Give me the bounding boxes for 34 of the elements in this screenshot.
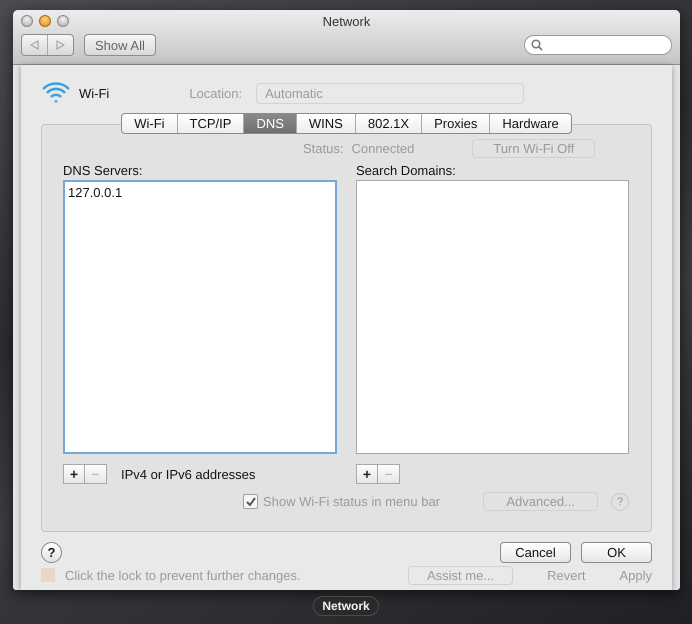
search-domains-label: Search Domains: [356, 163, 457, 180]
right-triangle-icon [56, 40, 65, 50]
show-all-button[interactable]: Show All [84, 34, 156, 56]
search-field[interactable] [524, 35, 672, 55]
left-triangle-icon [30, 40, 39, 50]
status-label: Status: [303, 140, 344, 156]
checkbox[interactable] [243, 494, 258, 509]
dns-hint: IPv4 or IPv6 addresses [121, 466, 256, 482]
search-icon [531, 39, 543, 51]
settings-tab[interactable]: Proxies [421, 114, 490, 133]
minimize-button[interactable] [39, 15, 51, 27]
settings-tab[interactable]: Hardware [489, 114, 571, 133]
help-button[interactable]: ? [41, 542, 62, 563]
wifi-icon [41, 80, 71, 106]
settings-tab[interactable]: DNS [243, 114, 296, 133]
settings-tab[interactable]: WINS [296, 114, 355, 133]
ok-button[interactable]: OK [581, 542, 652, 563]
lock-text: Click the lock to prevent further changes. [65, 568, 301, 582]
window-title: Network [322, 14, 370, 29]
settings-tab[interactable]: 802.1X [354, 114, 422, 133]
zoom-button[interactable] [57, 15, 69, 27]
add-button[interactable]: + [63, 464, 85, 484]
dns-servers-list[interactable]: 127.0.0.1 [63, 180, 337, 454]
settings-tab[interactable]: Wi-Fi [122, 114, 177, 133]
dock-label: Network [313, 596, 379, 616]
dns-servers-label: DNS Servers: [63, 163, 144, 180]
close-button[interactable] [21, 15, 33, 27]
dns-server-entry[interactable]: 127.0.0.1 [68, 185, 332, 200]
add-button[interactable]: + [356, 464, 378, 484]
cancel-button[interactable]: Cancel [500, 542, 571, 563]
menu-bar-option-label: Show Wi-Fi status in menu bar [263, 494, 440, 509]
status-value: Connected [351, 140, 414, 156]
interface-name: Wi-Fi [79, 86, 110, 100]
location-label: Location: [189, 86, 242, 100]
